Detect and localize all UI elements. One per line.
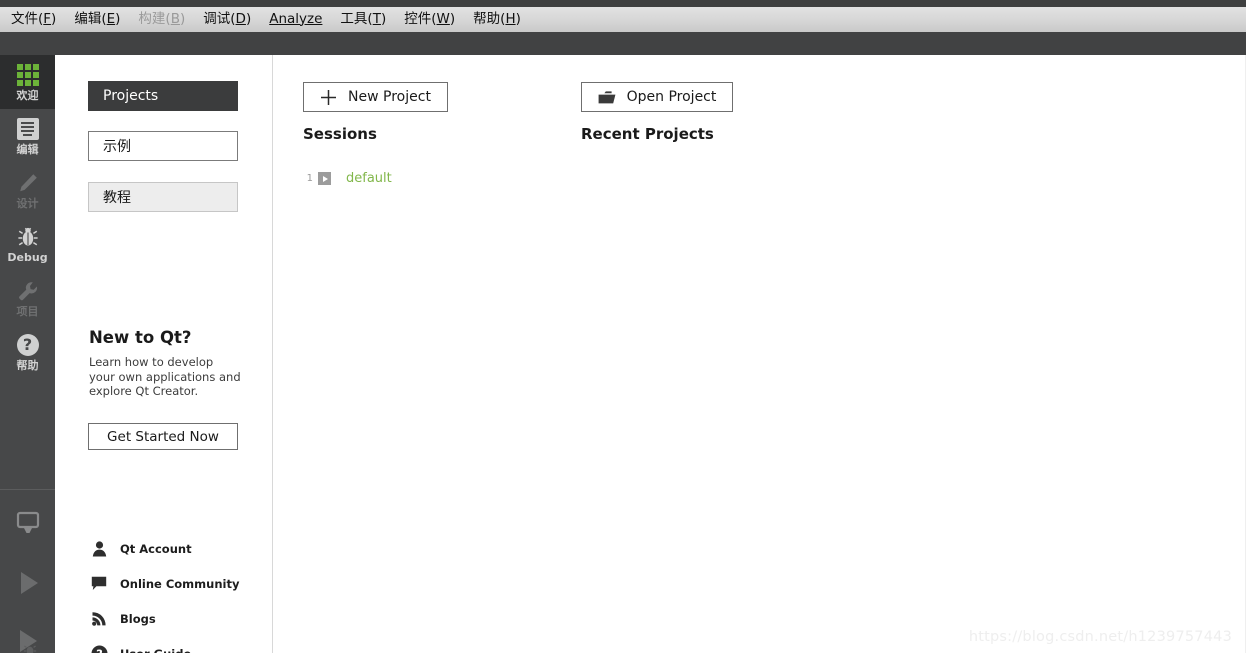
sidebar-mode-debug-label: Debug: [7, 251, 48, 264]
welcome-nav-projects-label: Projects: [103, 88, 159, 104]
user-account-icon: [88, 539, 110, 559]
welcome-main-panel: New Project Open Project Sessions Recent…: [273, 55, 1246, 653]
toolbar-band: [0, 32, 1246, 55]
menu-item-edit-label: 编辑(E): [74, 10, 121, 27]
edit-document-icon: [15, 116, 41, 142]
open-project-button[interactable]: Open Project: [581, 82, 733, 112]
new-to-qt-body: Learn how to develop your own applicatio…: [89, 355, 241, 398]
plus-icon: [320, 89, 337, 106]
run-button[interactable]: [0, 555, 55, 615]
projects-wrench-icon: [15, 278, 41, 304]
mode-sidebar: 欢迎 编辑 设计 Debug 项目 ? 帮助: [0, 55, 55, 653]
menu-item-help-label: 帮助(H): [473, 10, 521, 27]
new-project-label: New Project: [348, 89, 431, 105]
sidebar-mode-edit-label: 编辑: [16, 143, 39, 156]
sidebar-divider: [0, 489, 55, 490]
session-index: 1: [306, 173, 313, 184]
menu-item-tools[interactable]: 工具(T): [331, 9, 395, 31]
link-qt-account[interactable]: Qt Account: [88, 531, 268, 566]
menu-item-tools-label: 工具(T): [340, 10, 387, 27]
get-started-now-label: Get Started Now: [107, 428, 219, 445]
link-online-community[interactable]: Online Community: [88, 566, 268, 601]
link-user-guide[interactable]: ? User Guide: [88, 636, 268, 653]
sidebar-mode-edit[interactable]: 编辑: [0, 109, 55, 163]
new-to-qt-heading: New to Qt?: [89, 328, 192, 347]
sessions-title: Sessions: [303, 125, 377, 143]
sidebar-mode-help-label: 帮助: [16, 359, 39, 372]
link-qt-account-label: Qt Account: [120, 541, 192, 556]
welcome-nav-examples-label: 示例: [103, 139, 131, 155]
sidebar-mode-welcome[interactable]: 欢迎: [0, 55, 55, 109]
run-play-icon: [13, 568, 43, 602]
welcome-links-list: Qt Account Online Community Blogs: [88, 531, 268, 653]
open-project-label: Open Project: [626, 89, 717, 105]
link-user-guide-label: User Guide: [120, 647, 191, 653]
window-title-strip: [0, 0, 1246, 7]
design-pencil-icon: [15, 170, 41, 196]
help-question-icon: ?: [88, 644, 110, 653]
menu-item-analyze-label: Analyze: [269, 10, 323, 27]
welcome-nav-tutorials[interactable]: 教程: [88, 182, 238, 212]
welcome-nav-tutorials-label: 教程: [103, 190, 131, 206]
menu-item-analyze[interactable]: Analyze: [260, 9, 331, 31]
sidebar-mode-design[interactable]: 设计: [0, 163, 55, 217]
welcome-left-panel: Projects 示例 教程 New to Qt? Learn how to d…: [55, 55, 272, 653]
menu-item-debug[interactable]: 调试(D): [194, 9, 260, 31]
new-project-button[interactable]: New Project: [303, 82, 448, 112]
recent-projects-title: Recent Projects: [581, 125, 714, 143]
sidebar-mode-projects[interactable]: 项目: [0, 271, 55, 325]
help-question-icon: ?: [15, 332, 41, 358]
menu-bar: 文件(F) 编辑(E) 构建(B) 调试(D) Analyze 工具(T) 控件…: [0, 7, 1246, 32]
watermark-text: https://blog.csdn.net/h1239757443: [968, 629, 1232, 645]
menu-item-edit[interactable]: 编辑(E): [65, 9, 129, 31]
menu-item-help[interactable]: 帮助(H): [464, 9, 530, 31]
welcome-nav-examples[interactable]: 示例: [88, 131, 238, 161]
sidebar-mode-design-label: 设计: [16, 197, 39, 210]
qt-creator-window: 文件(F) 编辑(E) 构建(B) 调试(D) Analyze 工具(T) 控件…: [0, 0, 1246, 653]
menu-item-widgets[interactable]: 控件(W): [395, 9, 464, 31]
menu-item-widgets-label: 控件(W): [404, 10, 456, 27]
menu-item-file[interactable]: 文件(F): [2, 9, 65, 31]
menu-item-debug-label: 调试(D): [203, 10, 252, 27]
get-started-now-button[interactable]: Get Started Now: [88, 423, 238, 450]
sidebar-mode-welcome-label: 欢迎: [16, 89, 39, 102]
debug-start-icon: [13, 628, 43, 653]
link-blogs-label: Blogs: [120, 611, 156, 626]
link-online-community-label: Online Community: [120, 576, 240, 591]
start-debugging-button[interactable]: [0, 615, 55, 653]
menu-item-build-label: 构建(B): [138, 10, 186, 27]
session-list-item[interactable]: 1 default: [303, 171, 392, 186]
menu-item-build[interactable]: 构建(B): [129, 9, 194, 31]
svg-text:?: ?: [96, 647, 103, 653]
link-blogs[interactable]: Blogs: [88, 601, 268, 636]
rss-feed-icon: [88, 609, 110, 629]
kit-selector-button[interactable]: [0, 495, 55, 555]
new-to-qt-section: New to Qt? Learn how to develop your own…: [89, 328, 259, 399]
speech-bubble-icon: [88, 574, 110, 594]
welcome-nav-projects[interactable]: Projects: [88, 81, 238, 111]
kit-selector-monitor-icon: [13, 510, 43, 540]
sidebar-mode-debug[interactable]: Debug: [0, 217, 55, 271]
sidebar-mode-projects-label: 项目: [16, 305, 39, 318]
play-triangle-icon[interactable]: [318, 172, 331, 185]
menu-item-file-label: 文件(F): [11, 10, 57, 27]
welcome-grid-icon: [15, 62, 41, 88]
sidebar-mode-help[interactable]: ? 帮助: [0, 325, 55, 379]
debug-bug-icon: [15, 224, 41, 250]
folder-open-icon: [598, 90, 616, 105]
session-name[interactable]: default: [346, 171, 392, 186]
